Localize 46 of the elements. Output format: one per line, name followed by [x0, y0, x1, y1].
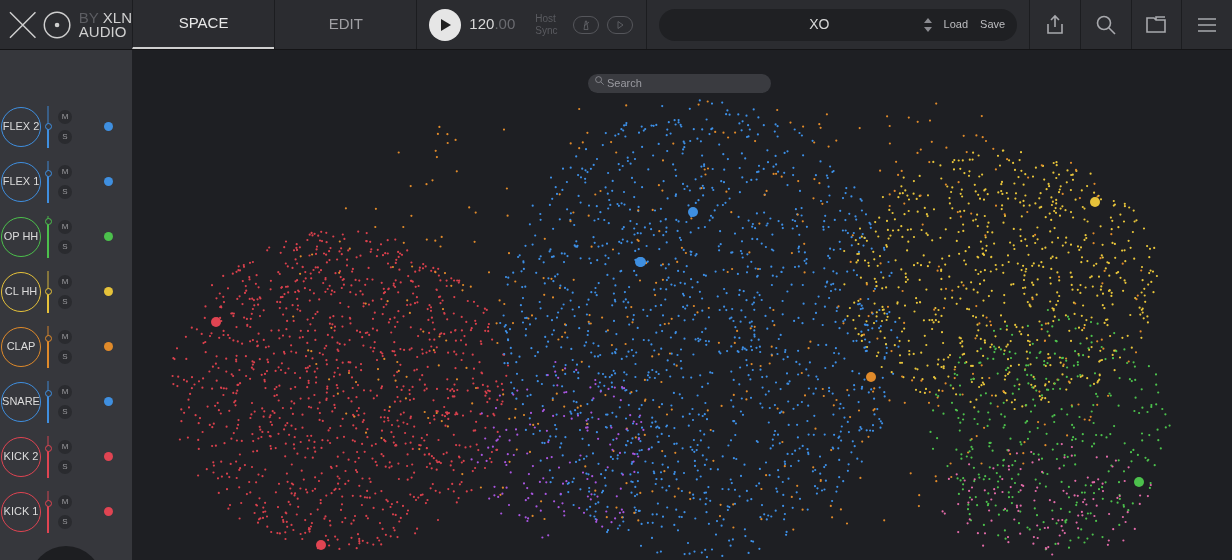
- search-icon: [594, 75, 605, 86]
- solo-button[interactable]: S: [58, 294, 72, 309]
- volume-slider[interactable]: [43, 105, 53, 148]
- volume-slider[interactable]: [43, 435, 53, 478]
- logo-icon: [8, 9, 71, 40]
- mute-button[interactable]: M: [58, 384, 72, 399]
- solo-button[interactable]: S: [58, 184, 72, 199]
- mute-button[interactable]: M: [58, 274, 72, 289]
- logo-brand: XLN: [102, 10, 132, 25]
- solo-button[interactable]: S: [58, 239, 72, 254]
- up-down-arrows-icon[interactable]: [923, 16, 932, 33]
- play-icon: [440, 18, 453, 31]
- tempo-value[interactable]: 120: [469, 13, 495, 36]
- slider-thumb[interactable]: [44, 218, 52, 226]
- volume-slider[interactable]: [43, 380, 53, 423]
- slider-thumb[interactable]: [44, 169, 52, 177]
- slider-thumb[interactable]: [44, 288, 52, 295]
- solo-button[interactable]: S: [58, 459, 72, 474]
- mute-button[interactable]: M: [58, 494, 72, 509]
- load-button[interactable]: Load: [943, 16, 969, 33]
- slider-thumb[interactable]: [44, 389, 52, 397]
- save-button[interactable]: Save: [980, 16, 1006, 33]
- logo-subtitle: AUDIO: [78, 24, 127, 39]
- mute-button[interactable]: M: [58, 164, 72, 179]
- volume-slider[interactable]: [43, 325, 53, 368]
- preset-name[interactable]: XO: [659, 14, 924, 35]
- slider-thumb[interactable]: [44, 499, 52, 507]
- mute-button[interactable]: M: [58, 219, 72, 234]
- volume-slider[interactable]: [43, 160, 53, 203]
- volume-slider[interactable]: [43, 490, 53, 533]
- search-field[interactable]: Search: [588, 73, 771, 93]
- mute-button[interactable]: M: [58, 109, 72, 124]
- volume-slider[interactable]: [43, 215, 53, 258]
- tab[interactable]: SPACE: [132, 0, 275, 49]
- slider-thumb[interactable]: [44, 123, 52, 130]
- volume-slider[interactable]: [43, 270, 53, 313]
- mute-button[interactable]: M: [58, 329, 72, 344]
- solo-button[interactable]: S: [58, 404, 72, 419]
- slider-thumb[interactable]: [44, 334, 52, 342]
- slider-thumb[interactable]: [44, 444, 52, 452]
- solo-button[interactable]: S: [58, 349, 72, 364]
- tab[interactable]: EDIT: [274, 0, 417, 49]
- solo-button[interactable]: S: [58, 514, 72, 529]
- mute-button[interactable]: M: [58, 439, 72, 454]
- solo-button[interactable]: S: [58, 129, 72, 144]
- play-button[interactable]: [429, 8, 462, 41]
